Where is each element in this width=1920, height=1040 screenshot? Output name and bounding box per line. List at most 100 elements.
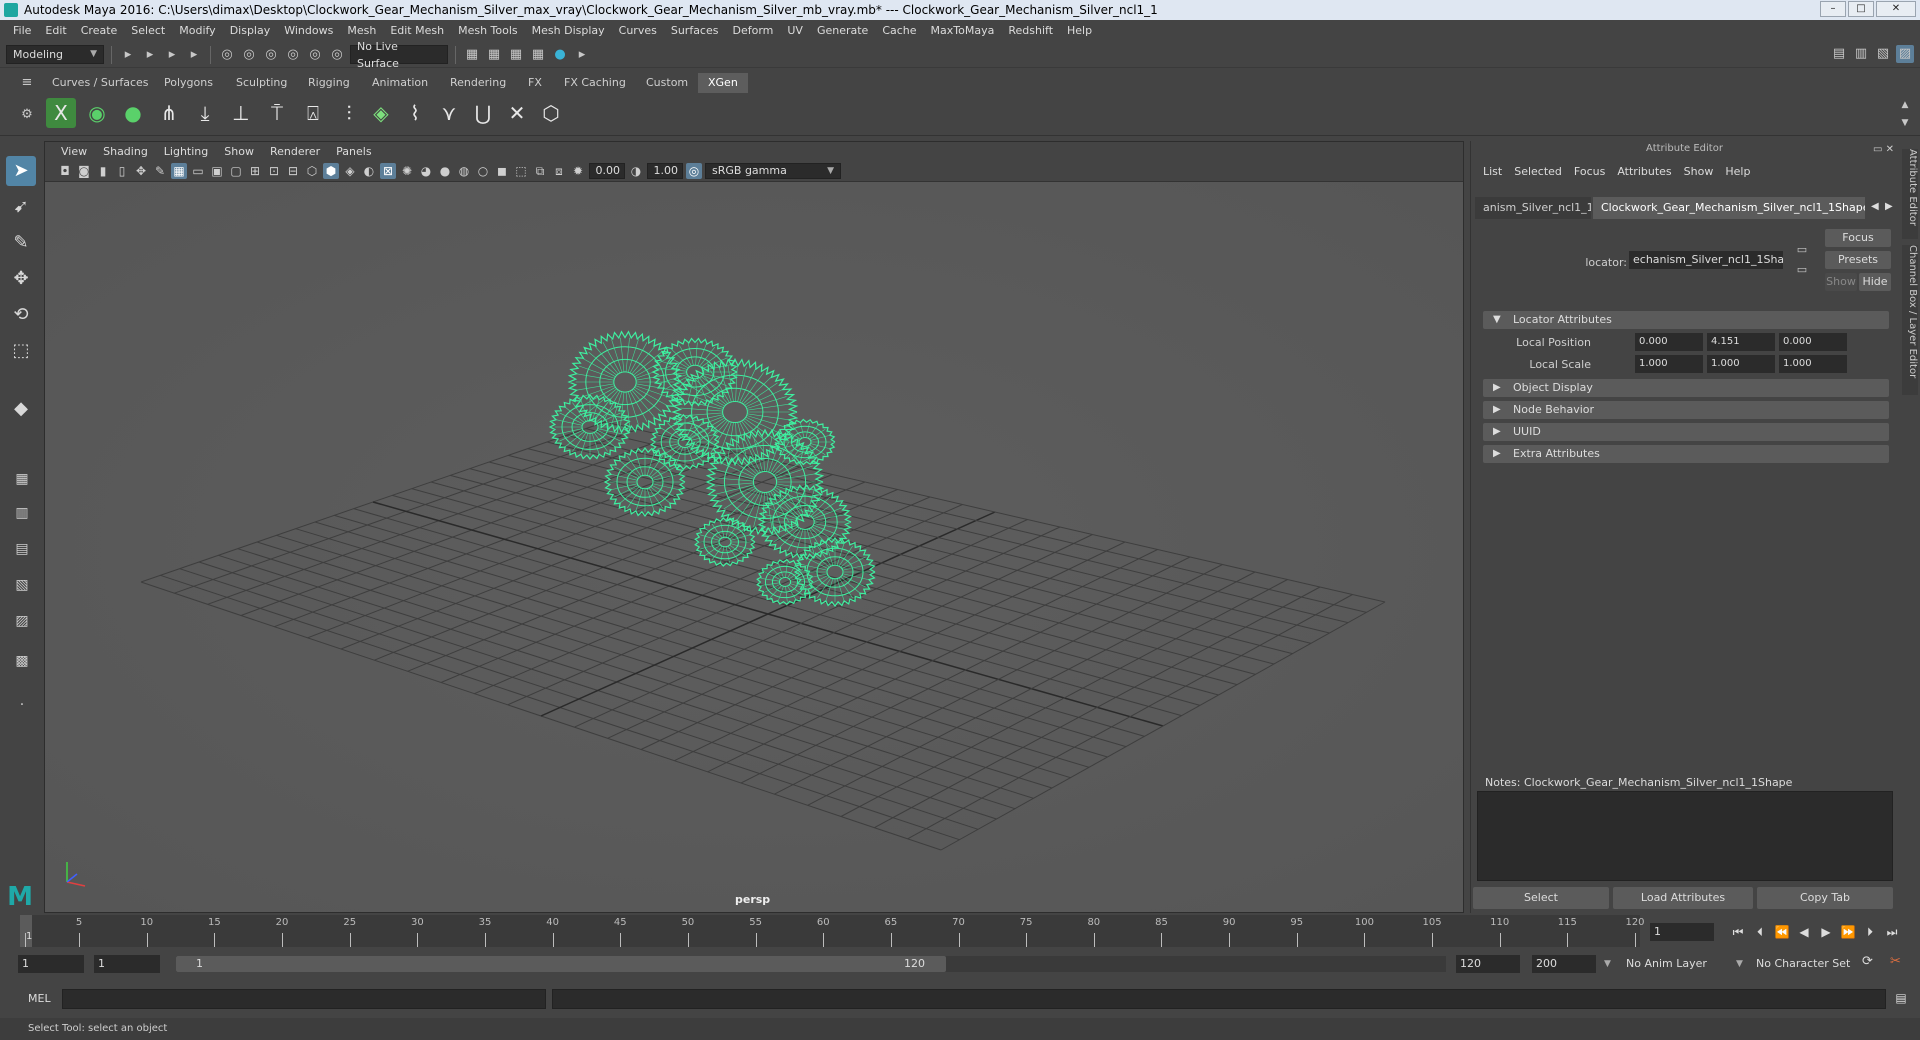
animation-preferences-icon[interactable]: ✂ [1890,954,1901,970]
render-frame-icon[interactable]: ▦ [485,46,503,64]
layout-graph-icon[interactable]: ▨ [8,608,36,634]
menu-curves[interactable]: Curves [612,20,664,42]
ae-menu-attributes[interactable]: Attributes [1611,163,1677,181]
menu-surfaces[interactable]: Surfaces [664,20,726,42]
copy-tab-button[interactable]: Copy Tab [1757,887,1893,909]
tool-settings-icon[interactable]: ▧ [1874,45,1892,63]
input-connection-icon[interactable]: ▭ [1793,241,1811,259]
tab-shape-node[interactable]: Clockwork_Gear_Mechanism_Silver_ncl1_1Sh… [1593,197,1865,219]
tab-fx-caching[interactable]: FX Caching [554,73,636,93]
section-locator-attributes[interactable]: ▼ Locator Attributes [1483,311,1889,329]
script-editor-icon[interactable]: ▤ [1892,991,1910,1007]
two-d-pan-icon[interactable]: ✥ [133,163,149,179]
xray-joints-icon[interactable]: ⧉ [532,163,548,179]
local-scale-y-field[interactable]: 1.000 [1707,355,1775,373]
bookmark-icon[interactable]: ▮ [95,163,111,179]
select-tool-icon[interactable]: ➤ [6,156,36,186]
layout-four-icon[interactable]: ▥ [8,500,36,526]
menu-deform[interactable]: Deform [725,20,780,42]
menu-display[interactable]: Display [223,20,278,42]
side-tab-channel-box[interactable]: Channel Box / Layer Editor [1902,245,1918,395]
ipr-render-icon[interactable]: ▦ [507,46,525,64]
local-position-y-field[interactable]: 4.151 [1707,333,1775,351]
tab-transform-node[interactable]: anism_Silver_ncl1_1 [1475,197,1591,219]
lasso-tool-icon[interactable]: ➹ [6,192,36,222]
place-guides-icon[interactable]: ⋔ [154,98,184,128]
camera-attributes-icon[interactable]: ◙ [76,163,92,179]
animation-end-field[interactable]: 200 [1532,955,1596,973]
menu-set-dropdown[interactable]: Modeling ▼ [6,45,104,64]
presets-button[interactable]: Presets [1825,251,1891,269]
create-collection-icon[interactable]: ● [118,98,148,128]
gamma-icon[interactable]: ◑ [628,163,644,179]
field-chart-icon[interactable]: ⊞ [247,163,263,179]
script-language-label[interactable]: MEL [28,992,51,1005]
focus-button[interactable]: Focus [1825,229,1891,247]
layout-two-icon[interactable]: ▤ [8,536,36,562]
xray-icon[interactable]: ⊠ [380,162,396,179]
node-name-field[interactable]: echanism_Silver_ncl1_1Shape [1629,251,1783,269]
select-hierarchy-icon[interactable]: ◎ [218,46,236,64]
delete-guides-icon[interactable]: ✕ [502,98,532,128]
playback-end-field[interactable]: 120 [1456,955,1520,973]
section-uuid[interactable]: ▶ UUID [1483,423,1889,441]
select-component-icon[interactable]: ◎ [262,46,280,64]
local-position-z-field[interactable]: 0.000 [1779,333,1847,351]
tab-sculpting[interactable]: Sculpting [226,73,297,93]
guide-rebuild-icon[interactable]: ⫶ [334,98,364,128]
gate-mask-icon[interactable]: ▢ [228,163,244,179]
tab-scroll-right-icon[interactable]: ▶ [1885,201,1893,212]
current-frame-field[interactable]: 1 [1650,923,1714,941]
guide-sculpt-icon[interactable]: ⍑ [262,98,292,128]
tab-animation[interactable]: Animation [362,73,438,93]
view-transform-dropdown[interactable]: sRGB gamma ▼ [705,162,841,179]
safe-action-icon[interactable]: ⊡ [266,163,282,179]
tab-rigging[interactable]: Rigging [298,73,360,93]
tab-xgen[interactable]: XGen [698,73,748,93]
local-scale-x-field[interactable]: 1.000 [1635,355,1703,373]
snap-curve-icon[interactable]: ◎ [306,46,324,64]
tab-custom[interactable]: Custom [636,73,698,93]
minimize-button[interactable]: – [1820,1,1846,17]
menu-redshift[interactable]: Redshift [1001,20,1060,42]
go-to-start-icon[interactable]: ⏮ [1728,923,1748,941]
guide-length-icon[interactable]: ⊥ [226,98,256,128]
tab-scroll-left-icon[interactable]: ◀ [1871,201,1879,212]
open-scene-icon[interactable]: ▸ [141,46,159,64]
wireframe-on-shaded-icon[interactable]: ◈ [342,163,358,179]
rotate-tool-icon[interactable]: ⟲ [6,300,36,330]
gamma-field[interactable]: 1.00 [647,162,683,179]
viewport-menu-shading[interactable]: Shading [95,145,156,158]
command-input[interactable] [62,989,546,1009]
screen-space-ao-icon[interactable]: ● [437,163,453,179]
tab-curves-surfaces[interactable]: Curves / Surfaces [42,73,159,93]
camera-select-icon[interactable]: ◘ [57,163,73,179]
ae-menu-selected[interactable]: Selected [1508,163,1568,181]
step-forward-key-icon[interactable]: ⏵ [1860,923,1880,941]
shelf-menu-icon[interactable]: ≡ [18,74,36,92]
step-forward-frame-icon[interactable]: ⏩ [1838,923,1858,941]
motion-blur-icon[interactable]: ◍ [456,163,472,179]
load-attributes-button[interactable]: Load Attributes [1613,887,1753,909]
snap-point-icon[interactable]: ◎ [328,46,346,64]
layout-custom-icon[interactable]: ▩ [8,648,36,674]
tab-rendering[interactable]: Rendering [440,73,516,93]
grid-toggle-icon[interactable]: ▦ [171,162,187,179]
snap-grid-icon[interactable]: ◎ [284,46,302,64]
last-tool-icon[interactable]: ◆ [6,394,36,424]
viewport-menu-view[interactable]: View [53,145,95,158]
xray-components-icon[interactable]: ⧈ [551,163,567,179]
select-object-icon[interactable]: ◎ [240,46,258,64]
perspective-viewport[interactable]: View Shading Lighting Show Renderer Pane… [44,141,1464,913]
ae-menu-show[interactable]: Show [1678,163,1720,181]
color-management-icon[interactable]: ◎ [686,162,702,179]
step-back-frame-icon[interactable]: ⏪ [1772,923,1792,941]
move-tool-icon[interactable]: ✥ [6,264,36,294]
tab-polygons[interactable]: Polygons [154,73,223,93]
add-guide-icon[interactable]: ⤓ [190,98,220,128]
show-button[interactable]: Show [1825,273,1857,291]
menu-generate[interactable]: Generate [810,20,875,42]
new-scene-icon[interactable]: ▸ [119,46,137,64]
menu-cache[interactable]: Cache [875,20,923,42]
smooth-shade-icon[interactable]: ⬢ [323,162,339,179]
